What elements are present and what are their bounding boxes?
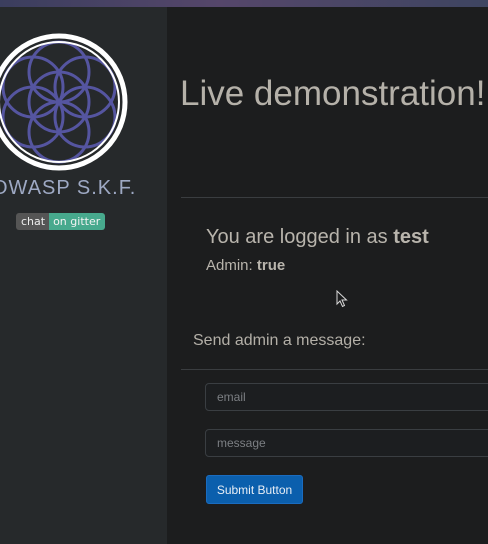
logged-in-prefix: You are logged in as [206,226,394,248]
divider [181,369,488,370]
badge-chat-label: chat [16,213,50,230]
gitter-chat-badge[interactable]: chat on gitter [16,213,106,230]
logged-in-status: You are logged in as test [206,226,429,249]
brand-name: OWASP S.K.F. [0,177,137,199]
username: test [393,226,429,248]
message-field[interactable] [205,429,488,457]
page-title: Live demonstration! [180,74,486,113]
email-field[interactable] [205,383,488,411]
send-message-heading: Send admin a message: [193,332,366,349]
admin-status: Admin: true [206,257,285,274]
top-gradient-bar [0,0,488,7]
divider [181,197,488,198]
mouse-pointer-icon [336,290,348,308]
submit-button[interactable]: Submit Button [206,475,303,504]
admin-label: Admin: [206,257,257,274]
admin-value: true [256,257,286,274]
flower-of-life-logo-icon [0,33,128,171]
badge-gitter-label: on gitter [49,213,106,230]
